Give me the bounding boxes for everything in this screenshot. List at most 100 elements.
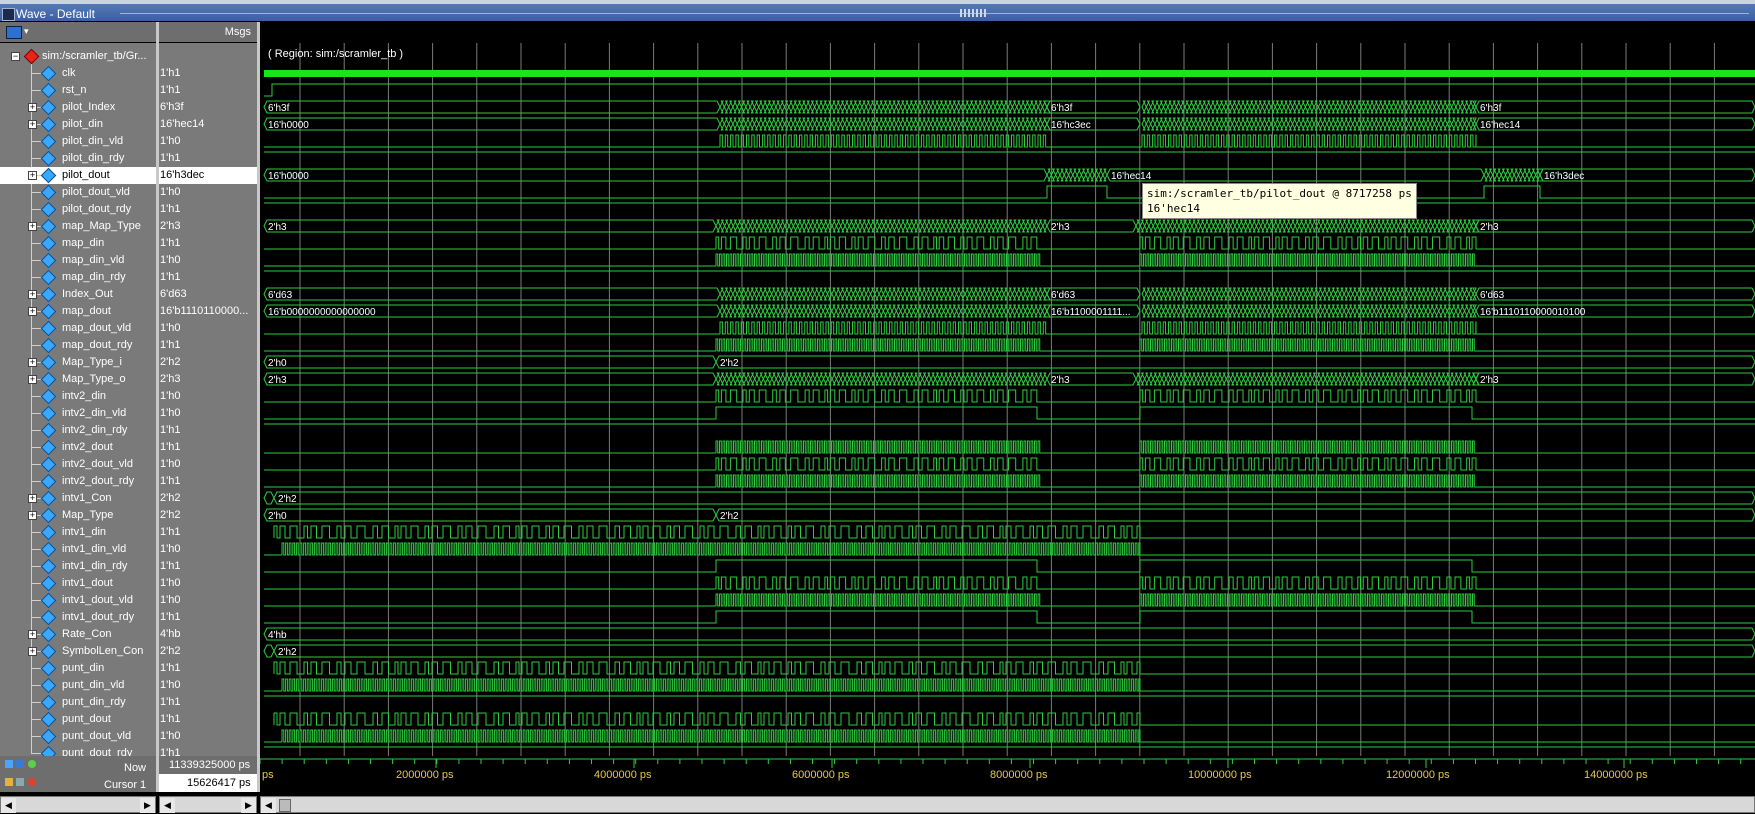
chevron-down-icon[interactable]: ▾	[24, 26, 29, 37]
clock-wave	[264, 70, 1755, 77]
bus-dense	[1285, 219, 1292, 233]
signal-row-4[interactable]: + pilot_din	[0, 116, 156, 133]
bus-dense	[805, 372, 812, 386]
bus-dense	[900, 287, 906, 301]
cursor-tool-icon[interactable]	[16, 760, 24, 768]
timeline-ruler[interactable]: ps 2000000 ps 4000000 ps 6000000 ps 8000000 …	[260, 756, 1755, 792]
expand-icon[interactable]: +	[28, 103, 37, 112]
signal-row-36[interactable]: punt_din	[0, 660, 156, 677]
bus-dense	[1025, 372, 1031, 386]
expand-icon[interactable]: +	[28, 375, 37, 384]
signal-row-17[interactable]: map_dout_rdy	[0, 337, 156, 354]
signal-row-2[interactable]: rst_n	[0, 82, 156, 99]
signal-row-23[interactable]: intv2_dout	[0, 439, 156, 456]
expand-icon[interactable]: +	[28, 511, 37, 520]
signal-row-30[interactable]: intv1_din_rdy	[0, 558, 156, 575]
scroll-right-icon[interactable]: ▶	[140, 798, 155, 813]
scroll-left-icon[interactable]: ◀	[160, 798, 175, 813]
expand-icon[interactable]: +	[28, 630, 37, 639]
scroll-right-icon[interactable]: ▶	[241, 798, 256, 813]
signal-row-39[interactable]: punt_dout	[0, 711, 156, 728]
signal-row-40[interactable]: punt_dout_vld	[0, 728, 156, 745]
signal-row-14[interactable]: + Index_Out	[0, 286, 156, 303]
signal-row-31[interactable]: intv1_dout	[0, 575, 156, 592]
signal-row-3[interactable]: + pilot_Index	[0, 99, 156, 116]
scroll-thumb[interactable]	[279, 799, 291, 812]
bus-dense	[1459, 100, 1466, 114]
signal-row-27[interactable]: + Map_Type	[0, 507, 156, 524]
signal-row-13[interactable]: map_din_rdy	[0, 269, 156, 286]
bus-dense	[835, 372, 842, 386]
signal-row-11[interactable]: map_din	[0, 235, 156, 252]
signal-row-24[interactable]: intv2_dout_vld	[0, 456, 156, 473]
lock-icon[interactable]	[5, 778, 13, 786]
bus-dense	[1154, 287, 1160, 301]
wave-scrollbar[interactable]: ◀	[260, 796, 1755, 813]
signal-row-33[interactable]: intv1_dout_rdy	[0, 609, 156, 626]
signal-row-10[interactable]: + map_Map_Type	[0, 218, 156, 235]
expand-icon[interactable]: +	[28, 222, 37, 231]
signal-row-22[interactable]: intv2_din_rdy	[0, 422, 156, 439]
signal-row-29[interactable]: intv1_din_vld	[0, 541, 156, 558]
edit-cursor-icon[interactable]	[16, 778, 24, 786]
signal-row-16[interactable]: map_dout_vld	[0, 320, 156, 337]
cursor-value-cell[interactable]: 15626417 ps	[157, 774, 257, 792]
window-drag-grip[interactable]	[960, 9, 986, 17]
add-signal-icon[interactable]	[6, 26, 22, 39]
dense-wave	[715, 474, 1041, 488]
pulse-wave	[1141, 321, 1477, 335]
signal-row-21[interactable]: intv2_din_vld	[0, 405, 156, 422]
expand-icon[interactable]: +	[28, 290, 37, 299]
expand-icon[interactable]: +	[28, 307, 37, 316]
signal-row-19[interactable]: + Map_Type_o	[0, 371, 156, 388]
pane-splitter-1[interactable]	[156, 22, 159, 756]
signal-row-6[interactable]: pilot_din_rdy	[0, 150, 156, 167]
signal-row-35[interactable]: + SymbolLen_Con	[0, 643, 156, 660]
zoom-icon[interactable]	[5, 760, 13, 768]
values-scrollbar[interactable]: ◀ ▶	[159, 796, 257, 813]
bus-dense	[1408, 117, 1414, 131]
signal-row-37[interactable]: punt_din_vld	[0, 677, 156, 694]
add-cursor-icon[interactable]	[28, 760, 36, 768]
signal-value-12: 1'h0	[157, 252, 257, 269]
signal-row-32[interactable]: intv1_dout_vld	[0, 592, 156, 609]
expand-icon[interactable]: +	[28, 494, 37, 503]
bus-dense	[900, 100, 906, 114]
names-scrollbar[interactable]: ◀ ▶	[0, 796, 156, 813]
signal-row-34[interactable]: + Rate_Con	[0, 626, 156, 643]
wave-window-icon[interactable]	[2, 8, 15, 21]
signal-row-28[interactable]: intv1_din	[0, 524, 156, 541]
waveform-pane[interactable]: 6'h3f 6'h3f 6'h3f 16'h0000 16'hc3ec 16'hec14 1…	[260, 43, 1755, 756]
waveform-canvas[interactable]: 6'h3f 6'h3f 6'h3f 16'h0000 16'hc3ec 16'hec14 1…	[260, 43, 1755, 756]
signal-row-0[interactable]: − sim:/scramler_tb/Gr...	[0, 48, 156, 65]
bus-dense	[874, 372, 880, 386]
signal-row-8[interactable]: pilot_dout_vld	[0, 184, 156, 201]
status-area: Now Cursor 1 11339325000 ps 15626417 ps …	[0, 756, 1755, 814]
bus-dense	[977, 100, 983, 114]
bus-dense	[1291, 100, 1298, 114]
signal-row-15[interactable]: + map_dout	[0, 303, 156, 320]
signal-row-20[interactable]: intv2_din	[0, 388, 156, 405]
bus-dense	[1410, 219, 1417, 233]
signal-row-18[interactable]: + Map_Type_i	[0, 354, 156, 371]
signal-row-12[interactable]: map_din_vld	[0, 252, 156, 269]
signal-value-20: 1'h0	[157, 388, 257, 405]
expand-icon[interactable]: +	[28, 120, 37, 129]
signal-row-9[interactable]: pilot_dout_rdy	[0, 201, 156, 218]
signal-row-26[interactable]: + intv1_Con	[0, 490, 156, 507]
expand-icon[interactable]: +	[28, 358, 37, 367]
signal-row-1[interactable]: clk	[0, 65, 156, 82]
signal-icon	[40, 507, 57, 524]
delete-cursor-icon[interactable]	[28, 778, 36, 786]
signal-row-5[interactable]: pilot_din_vld	[0, 133, 156, 150]
signal-row-25[interactable]: intv2_dout_rdy	[0, 473, 156, 490]
signal-row-38[interactable]: punt_din_rdy	[0, 694, 156, 711]
expand-icon[interactable]: +	[28, 171, 37, 180]
bus-dense	[1442, 287, 1448, 301]
scroll-left-icon[interactable]: ◀	[1, 798, 16, 813]
collapse-icon[interactable]: −	[11, 52, 20, 61]
expand-icon[interactable]: +	[28, 647, 37, 656]
bus-dense	[1251, 372, 1257, 386]
signal-row-7[interactable]: + pilot_dout	[0, 167, 156, 184]
scroll-left-icon[interactable]: ◀	[261, 798, 276, 813]
